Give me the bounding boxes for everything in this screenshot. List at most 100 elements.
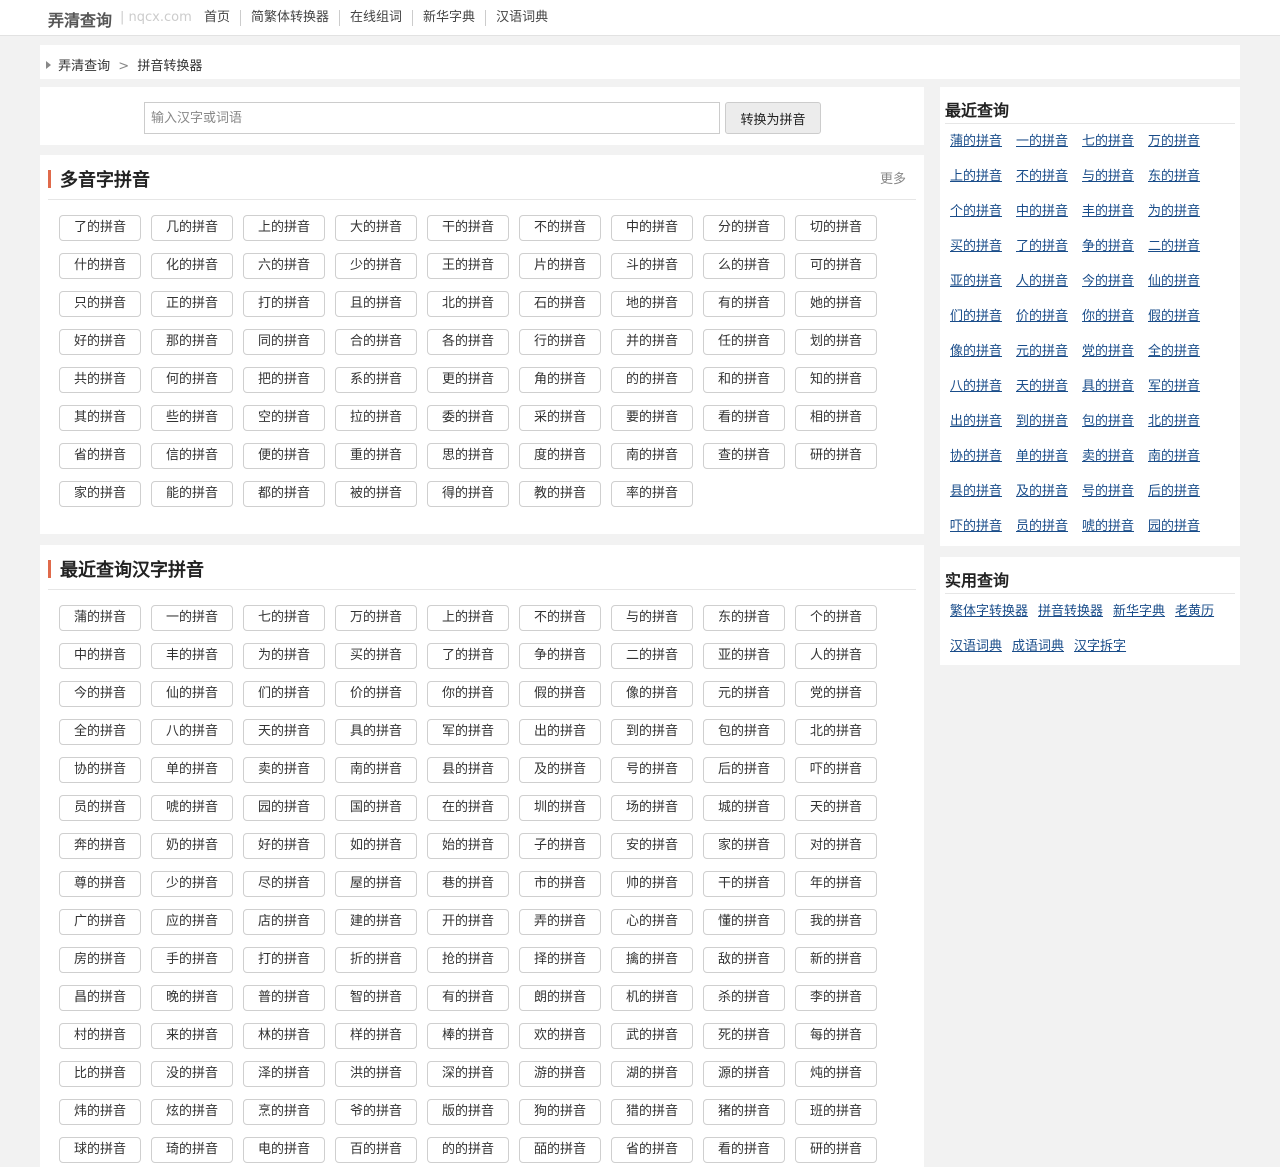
sidebar-recent-link[interactable]: 价的拼音 bbox=[1016, 307, 1082, 327]
pinyin-chip[interactable]: 城的拼音 bbox=[703, 795, 785, 821]
sidebar-tool-link[interactable]: 成语词典 bbox=[1012, 637, 1064, 657]
pinyin-chip[interactable]: 我的拼音 bbox=[795, 909, 877, 935]
pinyin-chip[interactable]: 元的拼音 bbox=[703, 681, 785, 707]
pinyin-chip[interactable]: 片的拼音 bbox=[519, 253, 601, 279]
pinyin-chip[interactable]: 每的拼音 bbox=[795, 1023, 877, 1049]
pinyin-chip[interactable]: 弄的拼音 bbox=[519, 909, 601, 935]
pinyin-chip[interactable]: 几的拼音 bbox=[151, 215, 233, 241]
pinyin-chip[interactable]: 同的拼音 bbox=[243, 329, 325, 355]
pinyin-chip[interactable]: 皕的拼音 bbox=[519, 1137, 601, 1163]
pinyin-chip[interactable]: 和的拼音 bbox=[703, 367, 785, 393]
pinyin-chip[interactable]: 心的拼音 bbox=[611, 909, 693, 935]
sidebar-recent-link[interactable]: 万的拼音 bbox=[1148, 132, 1214, 152]
top-nav-item[interactable]: 首页 bbox=[204, 10, 240, 26]
pinyin-chip[interactable]: 后的拼音 bbox=[703, 757, 785, 783]
pinyin-chip[interactable]: 洪的拼音 bbox=[335, 1061, 417, 1087]
pinyin-chip[interactable]: 个的拼音 bbox=[795, 605, 877, 631]
pinyin-chip[interactable]: 假的拼音 bbox=[519, 681, 601, 707]
sidebar-recent-link[interactable]: 具的拼音 bbox=[1082, 377, 1148, 397]
sidebar-recent-link[interactable]: 人的拼音 bbox=[1016, 272, 1082, 292]
pinyin-chip[interactable]: 军的拼音 bbox=[427, 719, 509, 745]
sidebar-recent-link[interactable]: 个的拼音 bbox=[950, 202, 1016, 222]
pinyin-chip[interactable]: 化的拼音 bbox=[151, 253, 233, 279]
pinyin-chip[interactable]: 的的拼音 bbox=[611, 367, 693, 393]
pinyin-chip[interactable]: 有的拼音 bbox=[703, 291, 785, 317]
pinyin-chip[interactable]: 拉的拼音 bbox=[335, 405, 417, 431]
pinyin-chip[interactable]: 东的拼音 bbox=[703, 605, 785, 631]
pinyin-chip[interactable]: 万的拼音 bbox=[335, 605, 417, 631]
sidebar-recent-link[interactable]: 八的拼音 bbox=[950, 377, 1016, 397]
pinyin-chip[interactable]: 武的拼音 bbox=[611, 1023, 693, 1049]
sidebar-recent-link[interactable]: 元的拼音 bbox=[1016, 342, 1082, 362]
pinyin-chip[interactable]: 么的拼音 bbox=[703, 253, 785, 279]
pinyin-chip[interactable]: 像的拼音 bbox=[611, 681, 693, 707]
pinyin-chip[interactable]: 没的拼音 bbox=[151, 1061, 233, 1087]
pinyin-chip[interactable]: 打的拼音 bbox=[243, 947, 325, 973]
pinyin-chip[interactable]: 人的拼音 bbox=[795, 643, 877, 669]
pinyin-chip[interactable]: 擒的拼音 bbox=[611, 947, 693, 973]
pinyin-chip[interactable]: 智的拼音 bbox=[335, 985, 417, 1011]
pinyin-chip[interactable]: 源的拼音 bbox=[703, 1061, 785, 1087]
convert-button[interactable]: 转换为拼音 bbox=[725, 102, 821, 134]
sidebar-recent-link[interactable]: 仙的拼音 bbox=[1148, 272, 1214, 292]
pinyin-chip[interactable]: 择的拼音 bbox=[519, 947, 601, 973]
pinyin-chip[interactable]: 吓的拼音 bbox=[795, 757, 877, 783]
pinyin-chip[interactable]: 百的拼音 bbox=[335, 1137, 417, 1163]
pinyin-chip[interactable]: 何的拼音 bbox=[151, 367, 233, 393]
sidebar-recent-link[interactable]: 了的拼音 bbox=[1016, 237, 1082, 257]
sidebar-recent-link[interactable]: 买的拼音 bbox=[950, 237, 1016, 257]
pinyin-chip[interactable]: 北的拼音 bbox=[795, 719, 877, 745]
pinyin-chip[interactable]: 她的拼音 bbox=[795, 291, 877, 317]
sidebar-recent-link[interactable]: 南的拼音 bbox=[1148, 447, 1214, 467]
pinyin-chip[interactable]: 们的拼音 bbox=[243, 681, 325, 707]
sidebar-recent-link[interactable]: 北的拼音 bbox=[1148, 412, 1214, 432]
sidebar-recent-link[interactable]: 吓的拼音 bbox=[950, 517, 1016, 537]
pinyin-chip[interactable]: 奶的拼音 bbox=[151, 833, 233, 859]
pinyin-chip[interactable]: 少的拼音 bbox=[151, 871, 233, 897]
pinyin-chip[interactable]: 电的拼音 bbox=[243, 1137, 325, 1163]
pinyin-chip[interactable]: 尊的拼音 bbox=[59, 871, 141, 897]
pinyin-chip[interactable]: 市的拼音 bbox=[519, 871, 601, 897]
pinyin-chip[interactable]: 北的拼音 bbox=[427, 291, 509, 317]
pinyin-chip[interactable]: 委的拼音 bbox=[427, 405, 509, 431]
pinyin-chip[interactable]: 采的拼音 bbox=[519, 405, 601, 431]
more-link[interactable]: 更多 bbox=[880, 168, 906, 187]
sidebar-recent-link[interactable]: 号的拼音 bbox=[1082, 482, 1148, 502]
pinyin-chip[interactable]: 应的拼音 bbox=[151, 909, 233, 935]
pinyin-chip[interactable]: 系的拼音 bbox=[335, 367, 417, 393]
pinyin-chip[interactable]: 死的拼音 bbox=[703, 1023, 785, 1049]
pinyin-chip[interactable]: 共的拼音 bbox=[59, 367, 141, 393]
sidebar-recent-link[interactable]: 出的拼音 bbox=[950, 412, 1016, 432]
pinyin-chip[interactable]: 尽的拼音 bbox=[243, 871, 325, 897]
pinyin-chip[interactable]: 版的拼音 bbox=[427, 1099, 509, 1125]
pinyin-chip[interactable]: 杀的拼音 bbox=[703, 985, 785, 1011]
search-input[interactable] bbox=[144, 102, 720, 134]
sidebar-tool-link[interactable]: 新华字典 bbox=[1113, 602, 1165, 622]
pinyin-chip[interactable]: 炖的拼音 bbox=[795, 1061, 877, 1087]
pinyin-chip[interactable]: 正的拼音 bbox=[151, 291, 233, 317]
pinyin-chip[interactable]: 样的拼音 bbox=[335, 1023, 417, 1049]
pinyin-chip[interactable]: 家的拼音 bbox=[59, 481, 141, 507]
pinyin-chip[interactable]: 价的拼音 bbox=[335, 681, 417, 707]
pinyin-chip[interactable]: 朗的拼音 bbox=[519, 985, 601, 1011]
pinyin-chip[interactable]: 能的拼音 bbox=[151, 481, 233, 507]
pinyin-chip[interactable]: 帅的拼音 bbox=[611, 871, 693, 897]
pinyin-chip[interactable]: 包的拼音 bbox=[703, 719, 785, 745]
pinyin-chip[interactable]: 今的拼音 bbox=[59, 681, 141, 707]
pinyin-chip[interactable]: 炜的拼音 bbox=[59, 1099, 141, 1125]
pinyin-chip[interactable]: 新的拼音 bbox=[795, 947, 877, 973]
pinyin-chip[interactable]: 天的拼音 bbox=[795, 795, 877, 821]
pinyin-chip[interactable]: 中的拼音 bbox=[611, 215, 693, 241]
sidebar-recent-link[interactable]: 丰的拼音 bbox=[1082, 202, 1148, 222]
pinyin-chip[interactable]: 到的拼音 bbox=[611, 719, 693, 745]
sidebar-recent-link[interactable]: 员的拼音 bbox=[1016, 517, 1082, 537]
pinyin-chip[interactable]: 干的拼音 bbox=[703, 871, 785, 897]
pinyin-chip[interactable]: 教的拼音 bbox=[519, 481, 601, 507]
pinyin-chip[interactable]: 具的拼音 bbox=[335, 719, 417, 745]
pinyin-chip[interactable]: 如的拼音 bbox=[335, 833, 417, 859]
pinyin-chip[interactable]: 南的拼音 bbox=[335, 757, 417, 783]
pinyin-chip[interactable]: 研的拼音 bbox=[795, 1137, 877, 1163]
pinyin-chip[interactable]: 七的拼音 bbox=[243, 605, 325, 631]
sidebar-recent-link[interactable]: 包的拼音 bbox=[1082, 412, 1148, 432]
pinyin-chip[interactable]: 都的拼音 bbox=[243, 481, 325, 507]
